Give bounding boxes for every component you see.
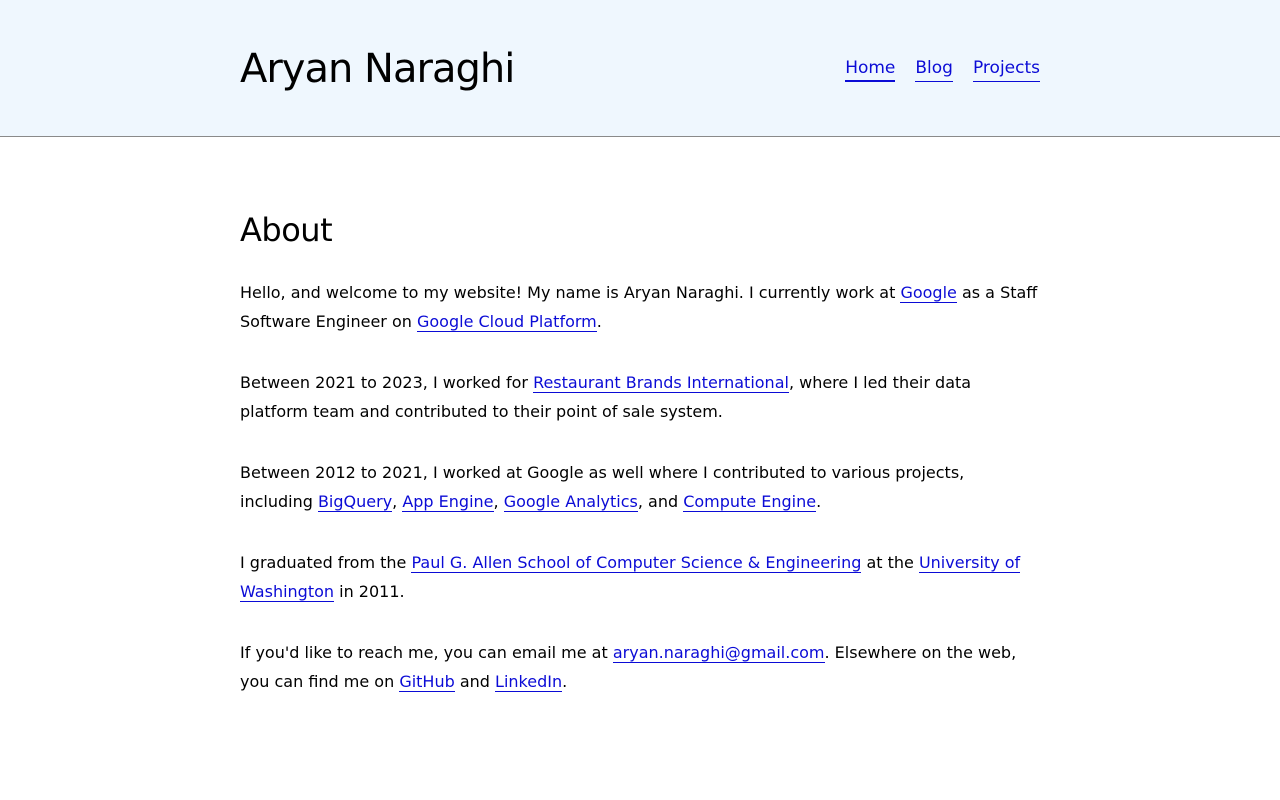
- paragraph-text: ,: [493, 492, 504, 511]
- google-cloud-platform-link[interactable]: Google Cloud Platform: [416, 312, 597, 332]
- paragraph-text: Between 2021 to 2023, I worked for: [240, 373, 534, 392]
- allen-school-link[interactable]: Paul G. Allen School of Computer Science…: [411, 553, 862, 573]
- paragraph-text: Hello, and welcome to my website! My nam…: [240, 283, 901, 302]
- about-heading: About: [240, 211, 333, 249]
- google-projects-paragraph: Between 2012 to 2021, I worked at Google…: [240, 458, 1040, 516]
- contact-paragraph: If you'd like to reach me, you can email…: [240, 638, 1040, 696]
- paragraph-text: If you'd like to reach me, you can email…: [240, 643, 613, 662]
- paragraph-text: at the: [861, 553, 919, 572]
- nav-home-link[interactable]: Home: [845, 56, 896, 82]
- github-link[interactable]: GitHub: [399, 672, 455, 692]
- email-link[interactable]: aryan.naraghi@gmail.com: [612, 643, 825, 663]
- main-nav: Home Blog Projects: [845, 56, 1040, 82]
- intro-paragraph: Hello, and welcome to my website! My nam…: [240, 278, 1040, 336]
- paragraph-text: and: [454, 672, 496, 691]
- paragraph-text: .: [562, 672, 568, 691]
- main-content: About Hello, and welcome to my website! …: [240, 206, 1040, 728]
- restaurant-brands-link[interactable]: Restaurant Brands International: [533, 373, 789, 393]
- nav-blog-link[interactable]: Blog: [915, 56, 953, 82]
- compute-engine-link[interactable]: Compute Engine: [683, 492, 817, 512]
- google-analytics-link[interactable]: Google Analytics: [503, 492, 638, 512]
- paragraph-text: , and: [637, 492, 684, 511]
- site-header: Aryan Naraghi Home Blog Projects: [0, 0, 1280, 137]
- paragraph-text: ,: [392, 492, 403, 511]
- rbi-paragraph: Between 2021 to 2023, I worked for Resta…: [240, 368, 1040, 426]
- nav-projects-link[interactable]: Projects: [972, 56, 1040, 82]
- google-link[interactable]: Google: [900, 283, 957, 303]
- paragraph-text: in 2011.: [334, 582, 405, 601]
- paragraph-text: .: [816, 492, 822, 511]
- linkedin-link[interactable]: LinkedIn: [495, 672, 563, 692]
- paragraph-text: .: [596, 312, 602, 331]
- bigquery-link[interactable]: BigQuery: [317, 492, 393, 512]
- app-engine-link[interactable]: App Engine: [402, 492, 494, 512]
- education-paragraph: I graduated from the Paul G. Allen Schoo…: [240, 548, 1040, 606]
- site-title: Aryan Naraghi: [240, 46, 515, 92]
- paragraph-text: I graduated from the: [240, 553, 412, 572]
